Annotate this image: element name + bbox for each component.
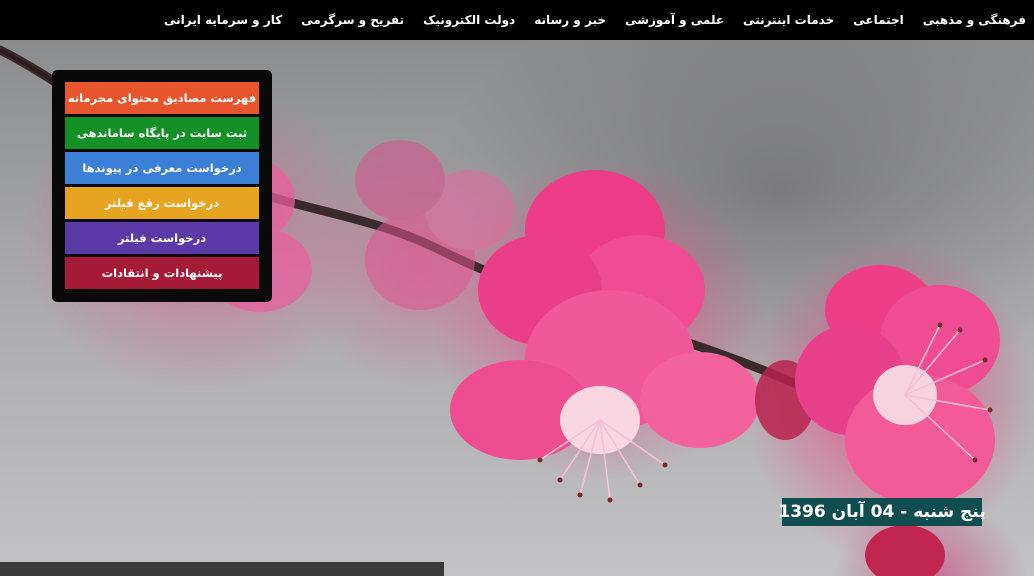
nav-item-iranian-business[interactable]: کار و سرمایه ایرانی [164, 13, 282, 27]
nav-item-news-media[interactable]: خبر و رسانه [534, 13, 606, 27]
nav-item-social[interactable]: اجتماعی [853, 13, 904, 27]
side-menu-panel: فهرست مصادیق محتوای مجرمانه ثبت سایت در … [52, 70, 272, 302]
request-filter-button[interactable]: درخواست فیلتر [65, 222, 259, 254]
top-nav-bar: فرهنگی و مذهبی اجتماعی خدمات اینترنتی عل… [0, 0, 1034, 40]
request-unfilter-button[interactable]: درخواست رفع فیلتر [65, 187, 259, 219]
nav-item-entertainment[interactable]: تفریح و سرگرمی [301, 13, 404, 27]
nav-item-culture-religion[interactable]: فرهنگی و مذهبی [923, 13, 1026, 27]
nav-item-e-government[interactable]: دولت الکترونیک [423, 13, 515, 27]
nav-item-internet-services[interactable]: خدمات اینترنتی [743, 13, 834, 27]
bottom-bar [0, 562, 444, 576]
date-badge: پنج شنبه - 04 آبان 1396 [778, 498, 986, 526]
suggestions-feedback-button[interactable]: پیشنهادات و انتقادات [65, 257, 259, 289]
nav-item-science-education[interactable]: علمی و آموزشی [625, 13, 724, 27]
criminal-content-list-button[interactable]: فهرست مصادیق محتوای مجرمانه [65, 82, 259, 114]
request-link-listing-button[interactable]: درخواست معرفی در پیوندها [65, 152, 259, 184]
register-site-button[interactable]: ثبت سایت در پایگاه ساماندهی [65, 117, 259, 149]
